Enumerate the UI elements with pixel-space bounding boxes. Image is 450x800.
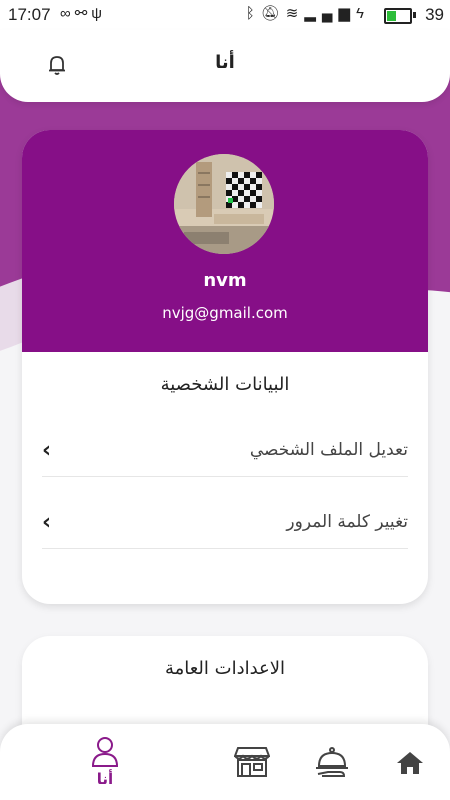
- profile-header: nvm nvjg@gmail.com: [22, 130, 428, 352]
- nav-label-profile: أنا: [96, 770, 114, 788]
- user-email: nvjg@gmail.com: [162, 304, 288, 322]
- edit-profile-row[interactable]: تعديل الملف الشخصي ‹: [42, 428, 408, 477]
- battery-icon: [384, 8, 412, 24]
- usb-icon: ψ: [91, 5, 106, 22]
- signal-icon: ▂▄▆: [304, 5, 357, 22]
- infinity-icon: ∞: [60, 5, 75, 22]
- avatar[interactable]: [174, 154, 274, 254]
- status-time: 17:07: [8, 5, 51, 24]
- nav-item-home[interactable]: [390, 724, 430, 800]
- profile-card: nvm nvjg@gmail.com البيانات الشخصية تعدي…: [22, 130, 428, 604]
- user-name: nvm: [203, 270, 247, 291]
- change-password-row[interactable]: تغيير كلمة المرور ‹: [42, 500, 408, 549]
- nav-item-profile[interactable]: أنا: [70, 724, 140, 800]
- nav-item-store[interactable]: [230, 724, 274, 800]
- page-title: أنا: [215, 52, 235, 73]
- user-icon: [91, 737, 119, 767]
- usb-hub-icon: ⚯: [74, 5, 92, 22]
- store-icon: [234, 747, 270, 777]
- food-tray-icon: [316, 747, 348, 777]
- nav-item-orders[interactable]: [310, 724, 354, 800]
- battery-level: 39: [425, 5, 444, 24]
- chevron-left-icon: ‹: [42, 510, 52, 535]
- status-bar: 17:07 ∞⚯ψ ᛒ🔕︎≋▂▄▆ϟ 39: [0, 0, 450, 30]
- home-icon: [397, 752, 423, 774]
- charging-icon: ϟ: [356, 5, 370, 22]
- personal-section-title: البيانات الشخصية: [160, 374, 290, 395]
- change-password-label: تغيير كلمة المرور: [286, 512, 408, 532]
- top-header: أنا: [0, 30, 450, 102]
- battery-fill: [387, 11, 396, 21]
- status-right-icons: ᛒ🔕︎≋▂▄▆ϟ: [246, 4, 370, 22]
- status-left-icons: ∞⚯ψ: [60, 4, 106, 22]
- bottom-nav: أنا: [0, 724, 450, 800]
- edit-profile-label: تعديل الملف الشخصي: [249, 440, 408, 460]
- chevron-left-icon: ‹: [42, 438, 52, 463]
- wifi-icon: ≋: [285, 5, 305, 22]
- mute-icon: 🔕︎: [260, 5, 286, 22]
- battery-tip: [413, 12, 416, 18]
- bluetooth-icon: ᛒ: [245, 5, 261, 22]
- general-section-title: الاعدادات العامة: [164, 658, 286, 679]
